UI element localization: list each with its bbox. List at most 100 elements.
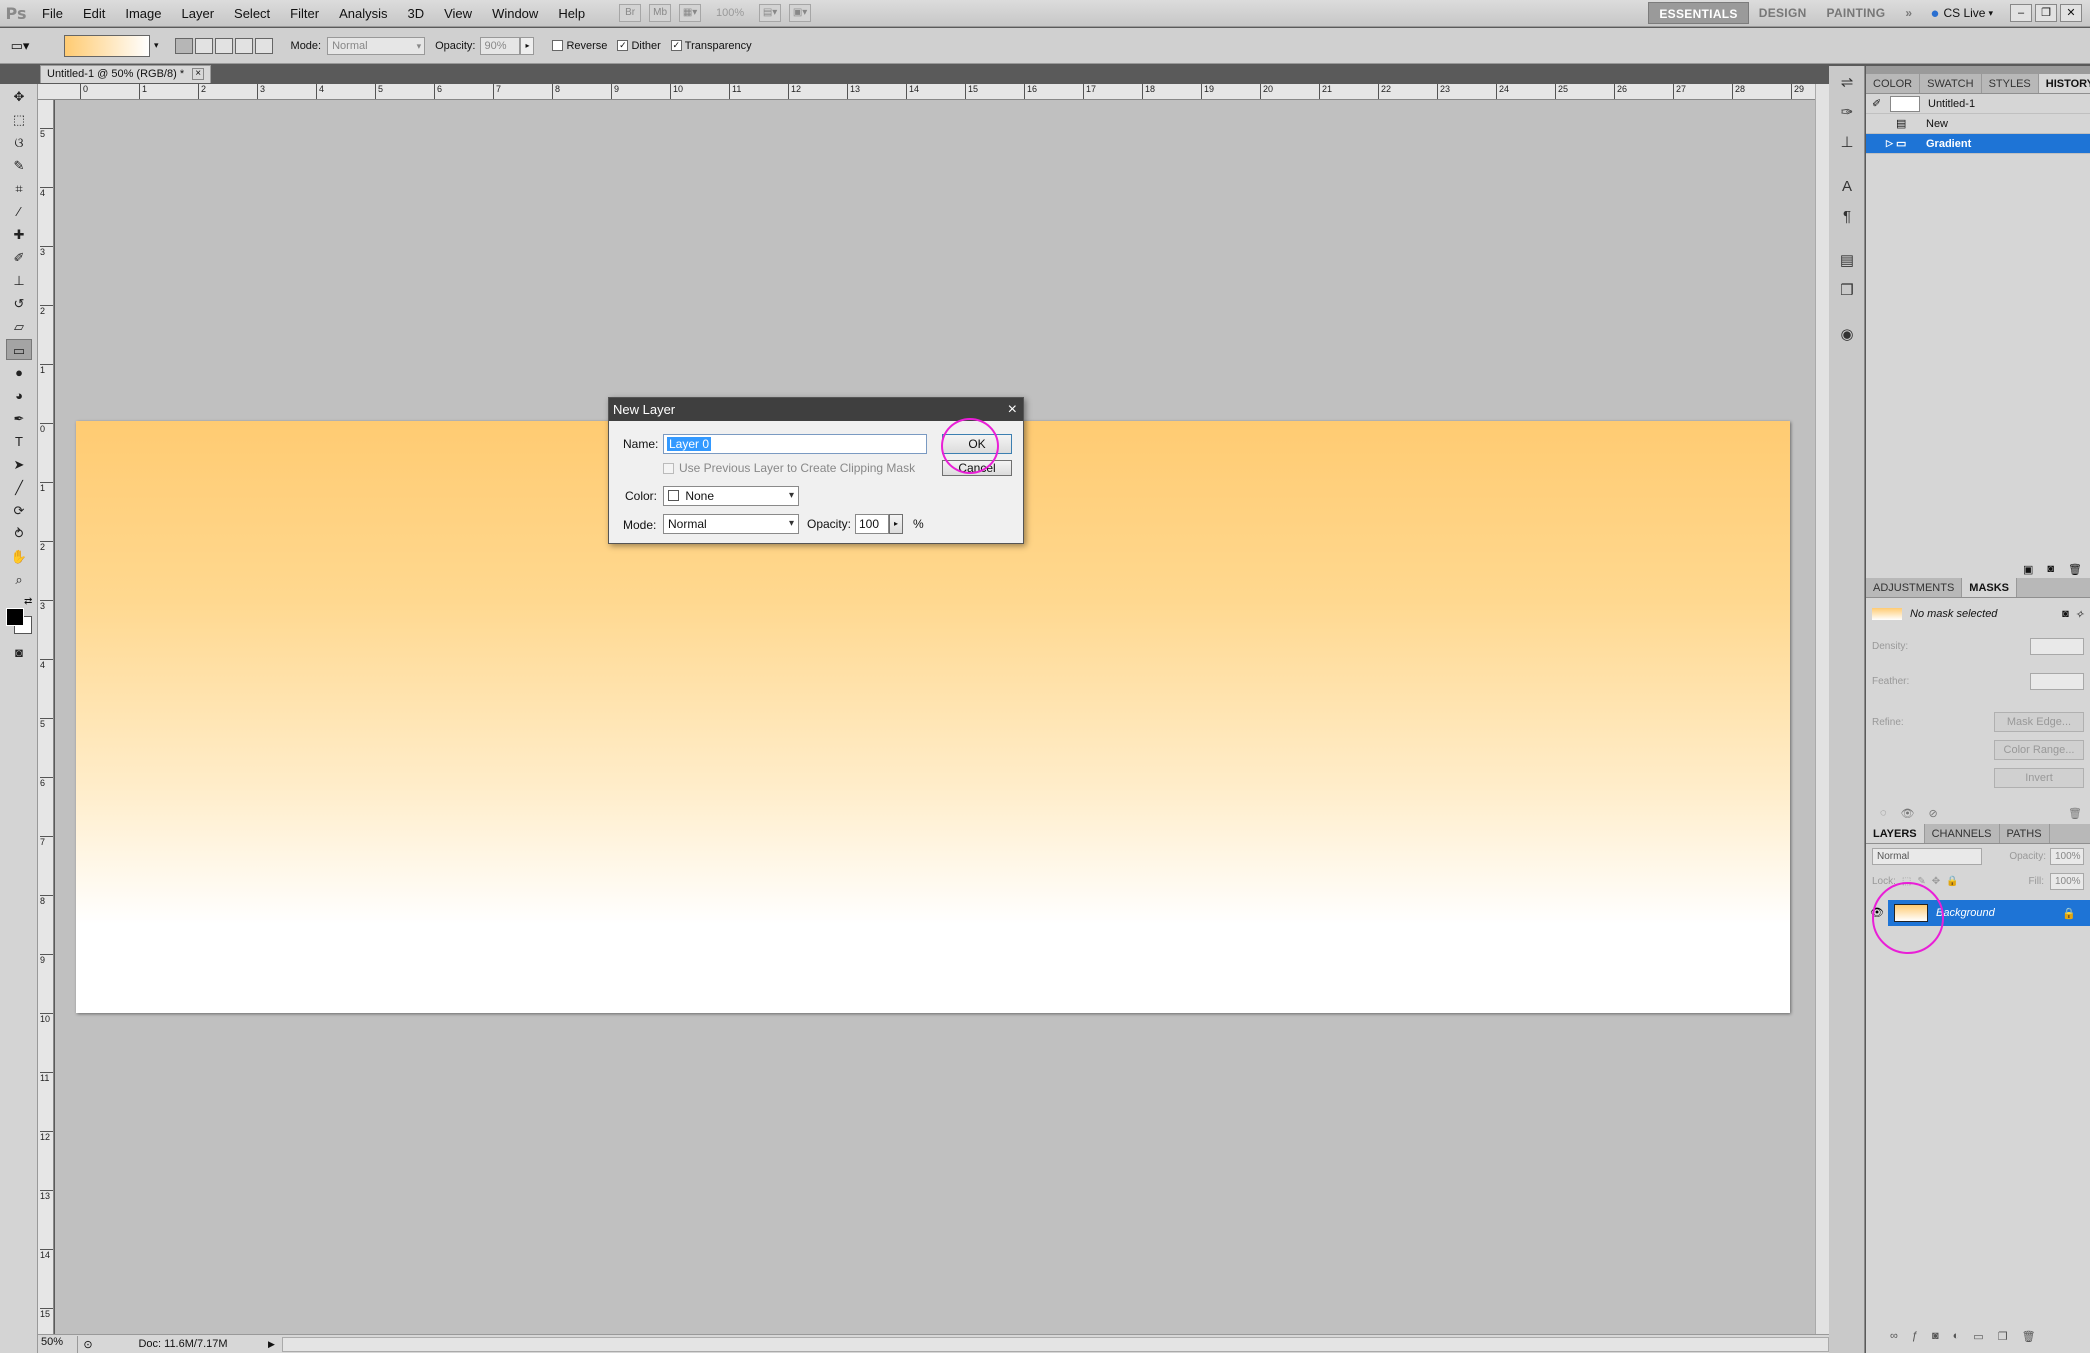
angle-gradient-icon[interactable]: [214, 37, 233, 54]
zoom-field[interactable]: 50%: [38, 1335, 78, 1353]
mode-select[interactable]: Normal ▾: [663, 514, 799, 534]
history-item-gradient[interactable]: ▷ ▭ Gradient: [1866, 134, 2090, 154]
load-selection-icon[interactable]: ◌: [1880, 807, 1887, 820]
reverse-checkbox[interactable]: Reverse: [552, 40, 607, 52]
quick-mask-icon[interactable]: ◙: [6, 642, 32, 663]
more-workspaces-icon[interactable]: »: [1895, 2, 1922, 24]
spot-healing-tool-icon[interactable]: ✚: [6, 224, 32, 245]
mini-bridge-icon[interactable]: Mb: [649, 4, 672, 22]
kuler-icon[interactable]: ◉: [1833, 322, 1861, 348]
linear-gradient-icon[interactable]: [174, 37, 193, 54]
delete-state-icon[interactable]: 🗑: [2068, 563, 2082, 576]
history-brush-tool-icon[interactable]: ↺: [6, 293, 32, 314]
pixel-mask-icon[interactable]: ◙: [2062, 608, 2069, 620]
close-window-icon[interactable]: ✕: [2060, 4, 2082, 22]
transparency-checkbox[interactable]: ✓ Transparency: [670, 40, 752, 52]
3d-rotate-tool-icon[interactable]: ⟳: [6, 500, 32, 521]
history-item-new[interactable]: ▤ New: [1866, 114, 2090, 134]
tab-adjustments[interactable]: ADJUSTMENTS: [1866, 578, 1963, 597]
opacity-input[interactable]: 100: [855, 514, 889, 534]
line-tool-icon[interactable]: ╱: [6, 477, 32, 498]
reflected-gradient-icon[interactable]: [234, 37, 253, 54]
diamond-gradient-icon[interactable]: [254, 37, 273, 54]
pen-tool-icon[interactable]: ✒: [6, 408, 32, 429]
tab-styles[interactable]: STYLES: [1982, 74, 2039, 93]
menu-window[interactable]: Window: [482, 0, 548, 27]
crop-tool-icon[interactable]: ⌗: [6, 178, 32, 199]
add-mask-icon[interactable]: ◙: [1932, 1330, 1939, 1343]
clipping-mask-checkbox[interactable]: Use Previous Layer to Create Clipping Ma…: [663, 461, 915, 475]
menu-layer[interactable]: Layer: [172, 0, 225, 27]
clone-stamp-tool-icon[interactable]: ⊥: [6, 270, 32, 291]
minimize-icon[interactable]: –: [2010, 4, 2032, 22]
gradient-picker-chevron-icon[interactable]: ▾: [154, 40, 159, 51]
clone-source-icon[interactable]: ⊥: [1833, 130, 1861, 156]
3d-orbit-tool-icon[interactable]: ⥁: [6, 523, 32, 544]
invert-button[interactable]: Invert: [1994, 768, 2084, 788]
opacity-input[interactable]: 90%: [480, 36, 521, 55]
swap-colors-icon[interactable]: ⇄: [24, 596, 32, 607]
mask-edge-button[interactable]: Mask Edge...: [1994, 712, 2084, 732]
view-mask-icon[interactable]: 👁: [1901, 807, 1915, 820]
paragraph-icon[interactable]: ¶: [1833, 204, 1861, 230]
tab-color[interactable]: COLOR: [1866, 74, 1921, 93]
close-icon[interactable]: ×: [1008, 398, 1017, 421]
workspace-painting[interactable]: PAINTING: [1817, 2, 1896, 24]
color-range-button[interactable]: Color Range...: [1994, 740, 2084, 760]
document-tab[interactable]: Untitled-1 @ 50% (RGB/8) * ×: [40, 65, 212, 83]
restore-icon[interactable]: ❐: [2035, 4, 2057, 22]
lock-all-icon[interactable]: 🔒: [1946, 876, 1958, 887]
status-options-icon[interactable]: ⊙: [78, 1338, 98, 1351]
workspace-design[interactable]: DESIGN: [1749, 2, 1817, 24]
status-menu-arrow-icon[interactable]: ▶: [268, 1339, 282, 1350]
move-tool-icon[interactable]: ✥: [6, 86, 32, 107]
color-select[interactable]: None ▾: [663, 486, 799, 506]
opacity-slider-arrow-icon[interactable]: ▸: [889, 514, 903, 534]
notes-icon[interactable]: ❒: [1833, 278, 1861, 304]
view-extras-icon[interactable]: ▦▾: [679, 4, 702, 22]
type-tool-icon[interactable]: T: [6, 431, 32, 452]
disable-mask-icon[interactable]: ⊘: [1929, 807, 1938, 820]
screen-mode-icon[interactable]: ▣▾: [789, 4, 812, 22]
menu-file[interactable]: File: [32, 0, 73, 27]
new-group-icon[interactable]: ▭: [1973, 1330, 1983, 1343]
gradient-swatch[interactable]: [64, 34, 150, 57]
path-selection-tool-icon[interactable]: ➤: [6, 454, 32, 475]
delete-layer-icon[interactable]: 🗑: [2022, 1330, 2036, 1343]
tab-channels[interactable]: CHANNELS: [1925, 824, 2000, 843]
menu-image[interactable]: Image: [115, 0, 171, 27]
layer-opacity-field[interactable]: 100%: [2050, 848, 2084, 865]
eyedropper-tool-icon[interactable]: ⁄: [6, 201, 32, 222]
mode-select[interactable]: Normal ▾: [327, 36, 426, 55]
lasso-tool-icon[interactable]: ଓ: [6, 132, 32, 153]
feather-field[interactable]: [2030, 673, 2084, 690]
cs-live-button[interactable]: ● CS Live ▾: [1930, 5, 1993, 22]
tab-history[interactable]: HISTORY: [2038, 74, 2090, 93]
opacity-slider-arrow-icon[interactable]: ▸: [520, 36, 535, 55]
adjustment-layer-icon[interactable]: ◐: [1953, 1330, 1960, 1343]
info-icon[interactable]: ▤: [1833, 248, 1861, 274]
blur-tool-icon[interactable]: ●: [6, 362, 32, 383]
color-swatches[interactable]: ⇄: [0, 594, 37, 640]
dialog-titlebar[interactable]: New Layer ×: [609, 398, 1023, 421]
lock-position-icon[interactable]: ✥: [1932, 876, 1940, 887]
tab-masks[interactable]: MASKS: [1962, 578, 2018, 597]
arrange-documents-icon[interactable]: ▤▾: [759, 4, 782, 22]
tab-layers[interactable]: LAYERS: [1866, 824, 1925, 843]
menu-help[interactable]: Help: [548, 0, 595, 27]
menu-select[interactable]: Select: [224, 0, 280, 27]
density-field[interactable]: [2030, 638, 2084, 655]
tab-paths[interactable]: PATHS: [2000, 824, 2050, 843]
new-layer-icon[interactable]: ❐: [1998, 1330, 2008, 1343]
radial-gradient-icon[interactable]: [194, 37, 213, 54]
zoom-tool-icon[interactable]: ⌕: [6, 569, 32, 590]
eraser-tool-icon[interactable]: ▱: [6, 316, 32, 337]
horizontal-scrollbar[interactable]: [282, 1336, 1829, 1352]
blend-mode-select[interactable]: Normal: [1872, 848, 1982, 865]
link-layers-icon[interactable]: ∞: [1890, 1330, 1898, 1343]
vector-mask-icon[interactable]: ✧: [2075, 608, 2084, 621]
gradient-tool-preset-icon[interactable]: ▭▾: [0, 38, 40, 54]
fill-field[interactable]: 100%: [2050, 873, 2084, 890]
layer-name-input[interactable]: Layer 0: [663, 434, 927, 454]
foreground-color-swatch[interactable]: [6, 608, 24, 626]
